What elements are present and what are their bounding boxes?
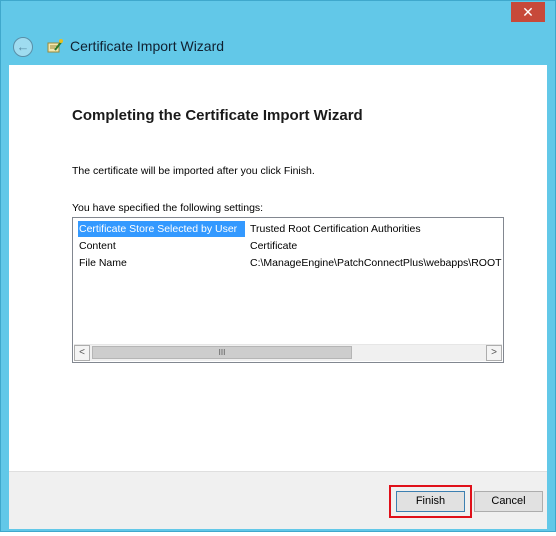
horizontal-scrollbar[interactable]: < III > [74,344,502,361]
scroll-left-button[interactable]: < [74,345,90,361]
finish-button[interactable]: Finish [396,491,465,512]
page-description: The certificate will be imported after y… [72,165,315,177]
settings-list[interactable]: Certificate Store Selected by User Trust… [72,217,504,363]
settings-label: You have specified the following setting… [72,202,264,214]
back-arrow-icon[interactable]: ← [13,37,33,57]
certificate-wizard-icon [47,39,63,53]
setting-value: C:\ManageEngine\PatchConnectPlus\webapps… [250,257,502,269]
wizard-content: Completing the Certificate Import Wizard… [9,65,547,471]
window-frame: ✕ ← Certificate Import Wizard Completing… [0,0,556,532]
setting-value: Certificate [250,240,298,252]
button-bar: Finish Cancel [9,471,547,529]
setting-key: Content [79,240,116,252]
setting-key: File Name [79,257,127,269]
setting-key: Certificate Store Selected by User [78,221,245,237]
cancel-button[interactable]: Cancel [474,491,543,512]
scroll-right-button[interactable]: > [486,345,502,361]
setting-value: Trusted Root Certification Authorities [250,223,421,235]
page-heading: Completing the Certificate Import Wizard [72,107,363,124]
scrollbar-thumb[interactable]: III [92,346,352,359]
window-title: Certificate Import Wizard [70,38,225,54]
close-button[interactable]: ✕ [511,2,545,22]
